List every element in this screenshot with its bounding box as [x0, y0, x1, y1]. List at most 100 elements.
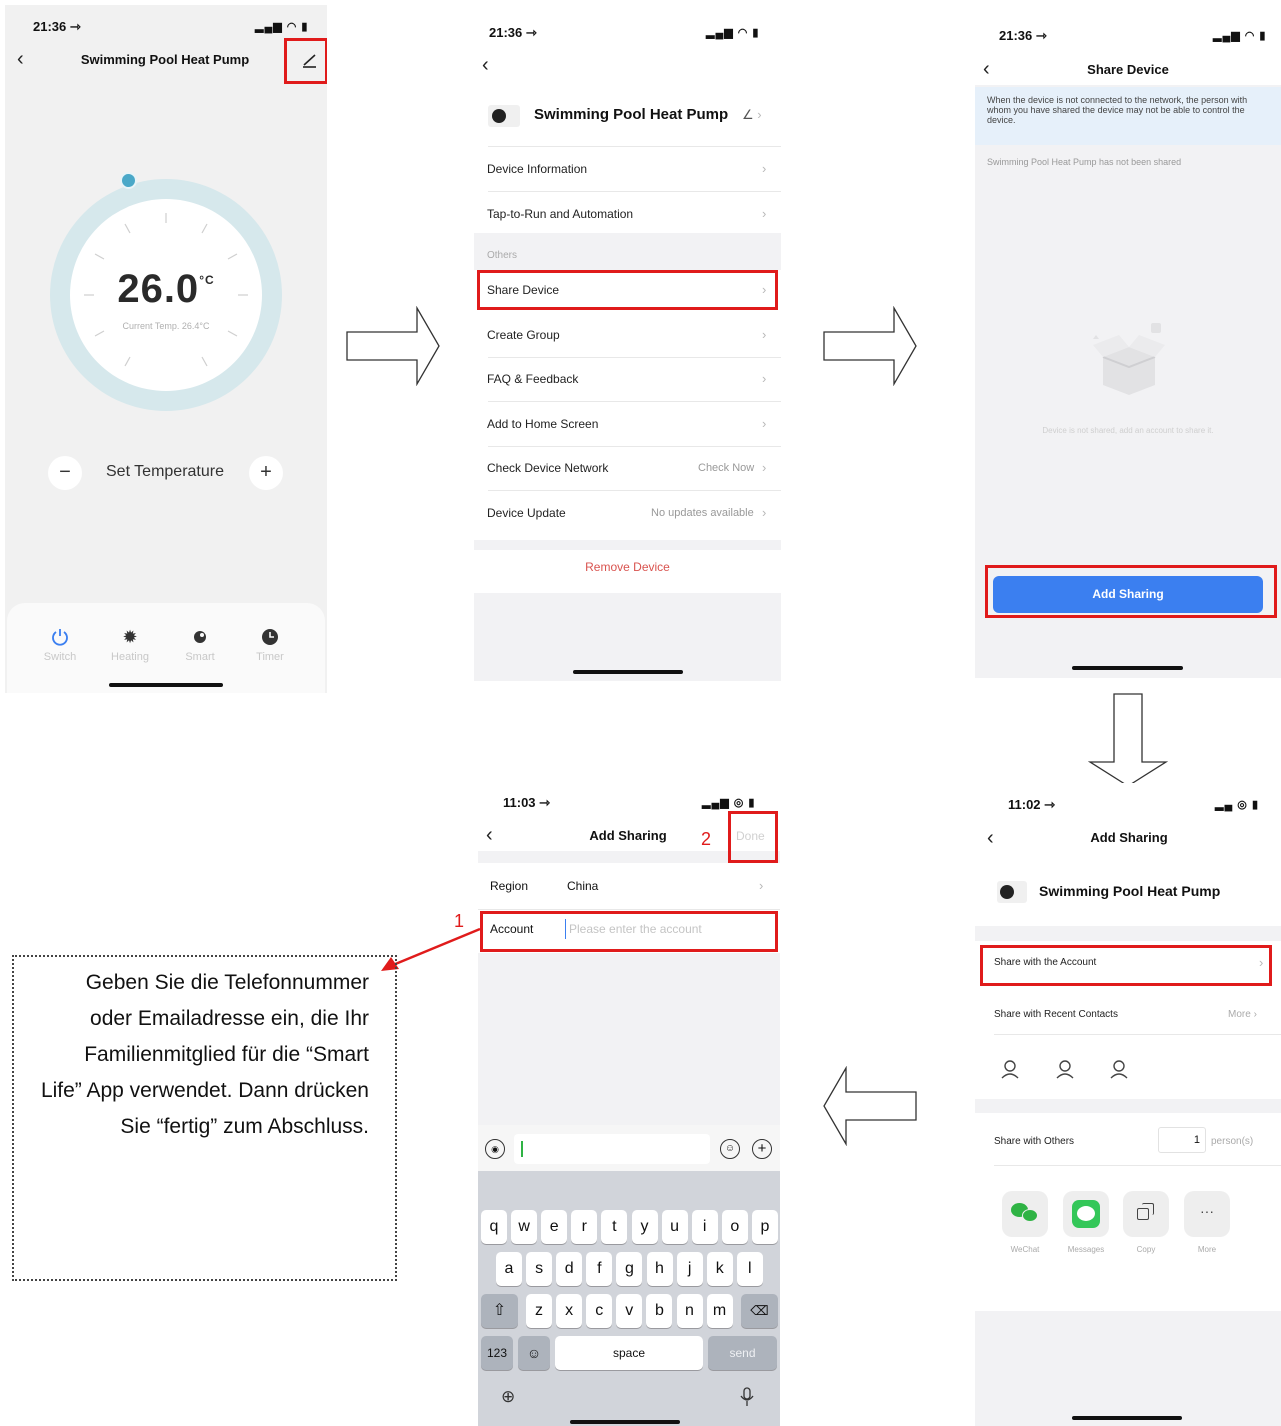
key-s[interactable]: s: [526, 1252, 553, 1286]
key-c[interactable]: c: [586, 1294, 613, 1328]
messages-icon: [1063, 1191, 1109, 1237]
screen-share-device: 21:36 ⇾ ▂▄▆ ◠ ▮ ‹ Share Device When the …: [975, 5, 1281, 678]
share-messages[interactable]: Messages: [1063, 1191, 1109, 1254]
key-k[interactable]: k: [706, 1252, 733, 1286]
edit-name-icon[interactable]: ∠ ›: [742, 107, 762, 123]
contact-icon[interactable]: [999, 1058, 1021, 1080]
share-recent-contacts: Share with Recent Contacts: [994, 1009, 1118, 1020]
person-count-input[interactable]: 1: [1158, 1127, 1206, 1153]
section-others: Others: [487, 250, 518, 261]
back-button[interactable]: ‹: [17, 49, 24, 69]
dial-handle[interactable]: [120, 172, 137, 189]
menu-faq-feedback[interactable]: FAQ & Feedback: [487, 372, 578, 386]
temperature-dial[interactable]: 26.0°C Current Temp. 26.4°C: [50, 179, 282, 411]
screen-add-sharing-account: 11:03 ⇾ ▂▄▆ ◎ ▮ ‹ Add Sharing Done 2 Reg…: [478, 783, 780, 1426]
key-o[interactable]: o: [721, 1210, 748, 1244]
globe-icon[interactable]: ⊕: [501, 1387, 515, 1407]
key-z[interactable]: z: [526, 1294, 552, 1328]
tab-label: Timer: [256, 651, 284, 663]
key-d[interactable]: d: [556, 1252, 583, 1286]
share-wechat[interactable]: WeChat: [1002, 1191, 1048, 1254]
more-icon: ···: [1184, 1191, 1230, 1237]
tab-timer[interactable]: Timer: [240, 627, 300, 663]
status-icons: ▂▄ ◎ ▮: [1215, 799, 1260, 811]
notice-text: When the device is not connected to the …: [987, 95, 1248, 125]
empty-state-text: Device is not shared, add an account to …: [1042, 426, 1214, 435]
tab-heating[interactable]: ✹ Heating: [100, 627, 160, 663]
key-i[interactable]: i: [691, 1210, 718, 1244]
voice-input-icon[interactable]: ◉: [485, 1139, 505, 1159]
emoji-key[interactable]: ☺: [518, 1336, 550, 1370]
share-copy[interactable]: Copy: [1123, 1191, 1169, 1254]
plus-button[interactable]: +: [249, 456, 283, 490]
shift-key[interactable]: ⇧: [481, 1294, 518, 1328]
key-t[interactable]: t: [601, 1210, 628, 1244]
menu-add-home-screen[interactable]: Add to Home Screen: [487, 417, 598, 431]
key-n[interactable]: n: [676, 1294, 703, 1328]
menu-device-update[interactable]: Device Update: [487, 506, 566, 520]
menu-create-group[interactable]: Create Group: [487, 328, 560, 342]
numbers-key[interactable]: 123: [481, 1336, 513, 1370]
chevron-right-icon: ›: [762, 371, 767, 386]
device-name: Swimming Pool Heat Pump: [534, 106, 729, 123]
key-x[interactable]: x: [556, 1294, 583, 1328]
key-b[interactable]: b: [646, 1294, 673, 1328]
tab-smart[interactable]: Smart: [170, 627, 230, 663]
home-indicator: [573, 670, 683, 674]
menu-check-network[interactable]: Check Device Network: [487, 461, 608, 475]
plus-circle-icon[interactable]: +: [752, 1139, 772, 1159]
microphone-icon[interactable]: [740, 1387, 754, 1407]
status-icons: ▂▄▆ ◠ ▮: [1213, 30, 1267, 42]
device-thumbnail: [488, 105, 520, 127]
chevron-right-icon: ›: [762, 206, 767, 221]
key-q[interactable]: q: [481, 1210, 507, 1244]
keyboard-text-field[interactable]: [514, 1134, 710, 1164]
space-key[interactable]: space: [555, 1336, 703, 1370]
key-v[interactable]: v: [616, 1294, 643, 1328]
screen-heat-pump-control: 21:36 ⇾ ▂▄▆ ◠ ▮ ‹ Swimming Pool Heat Pum…: [5, 5, 327, 693]
remove-device-button[interactable]: Remove Device: [474, 560, 781, 574]
contact-icon[interactable]: [1054, 1058, 1076, 1080]
tab-switch[interactable]: Switch: [30, 627, 90, 663]
add-sharing-highlight: [985, 565, 1277, 618]
key-w[interactable]: w: [511, 1210, 538, 1244]
key-g[interactable]: g: [616, 1252, 643, 1286]
emoji-icon[interactable]: ☺: [720, 1139, 740, 1159]
menu-device-information[interactable]: Device Information: [487, 162, 587, 176]
menu-tap-to-run[interactable]: Tap-to-Run and Automation: [487, 207, 633, 221]
key-m[interactable]: m: [706, 1294, 733, 1328]
more-contacts-link[interactable]: More ›: [1228, 1009, 1257, 1020]
app-label: WeChat: [1010, 1245, 1040, 1254]
power-icon: [30, 627, 90, 647]
page-title: Share Device: [1087, 62, 1169, 77]
back-button[interactable]: ‹: [486, 825, 493, 845]
key-a[interactable]: a: [496, 1252, 522, 1286]
back-button[interactable]: ‹: [983, 59, 990, 79]
region-value[interactable]: China: [567, 879, 598, 893]
chevron-right-icon: ›: [762, 161, 767, 176]
minus-button[interactable]: −: [48, 456, 82, 490]
key-j[interactable]: j: [676, 1252, 703, 1286]
send-key[interactable]: send: [708, 1336, 777, 1370]
key-h[interactable]: h: [646, 1252, 673, 1286]
key-y[interactable]: y: [631, 1210, 658, 1244]
person-unit: person(s): [1211, 1136, 1254, 1147]
key-u[interactable]: u: [661, 1210, 688, 1244]
key-f[interactable]: f: [586, 1252, 613, 1286]
page-title: Add Sharing: [589, 828, 667, 843]
arrow-left: [823, 1066, 917, 1146]
update-status-value: No updates available: [651, 507, 754, 519]
back-button[interactable]: ‹: [987, 828, 994, 848]
share-device-highlight: [477, 270, 778, 310]
contact-icon[interactable]: [1108, 1058, 1130, 1080]
smart-icon: [170, 627, 230, 647]
key-l[interactable]: l: [736, 1252, 763, 1286]
key-e[interactable]: e: [541, 1210, 568, 1244]
backspace-key[interactable]: ⌫: [741, 1294, 778, 1328]
share-more[interactable]: ··· More: [1184, 1191, 1230, 1254]
back-button[interactable]: ‹: [482, 55, 489, 75]
temperature-value: 26.0°C: [117, 267, 215, 311]
instruction-text: Geben Sie die Telefonnummer oder Emailad…: [40, 971, 369, 1138]
key-p[interactable]: p: [751, 1210, 778, 1244]
key-r[interactable]: r: [571, 1210, 598, 1244]
